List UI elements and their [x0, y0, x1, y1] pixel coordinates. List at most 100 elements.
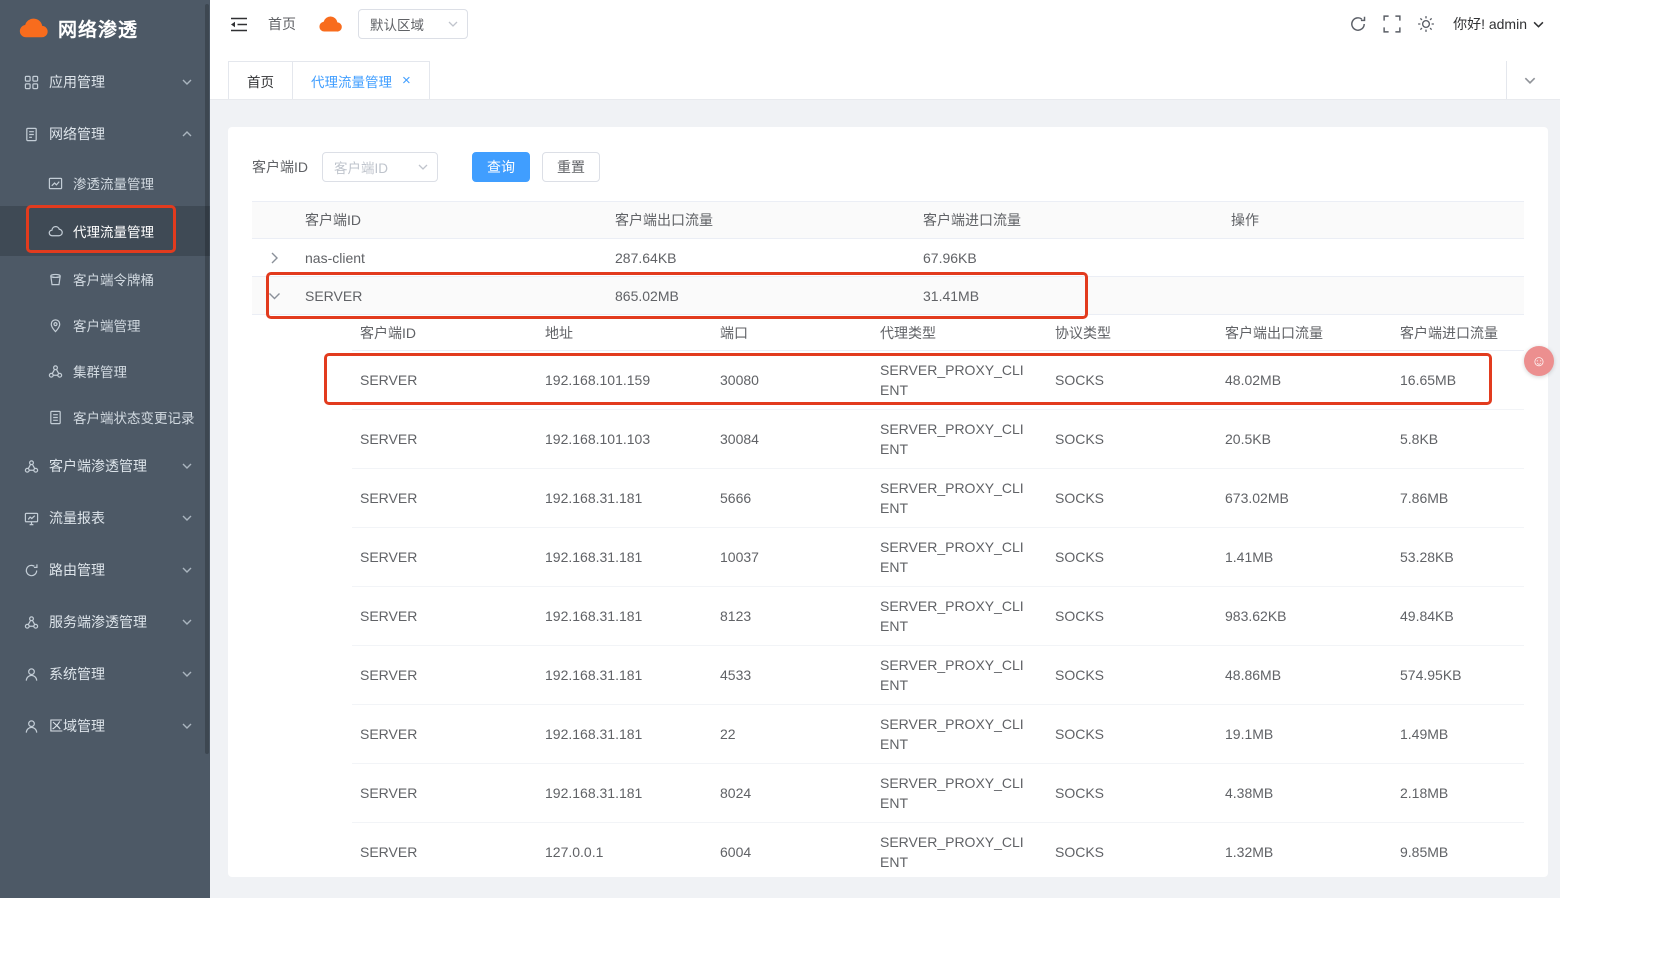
sub-table-row: SERVER 192.168.31.181 8024 SERVER_PROXY_…	[352, 764, 1524, 823]
refresh-icon[interactable]	[1349, 15, 1367, 33]
sub-cell-out-traffic: 48.86MB	[1217, 667, 1392, 683]
tab-label: 首页	[247, 71, 274, 91]
main-content: 客户端ID 客户端ID 查询 重置 客户端ID 客户端出口流量 客户端进口流量 …	[210, 100, 1560, 898]
sub-cell-protocol: SOCKS	[1047, 490, 1217, 506]
sub-cell-protocol: SOCKS	[1047, 431, 1217, 447]
sub-cell-proxy-type: SERVER_PROXY_CLIENT	[872, 360, 1047, 401]
sub-cell-port: 22	[712, 726, 872, 742]
sub-cell-in-traffic: 9.85MB	[1392, 844, 1524, 860]
sub-table-row: SERVER 127.0.0.1 6004 SERVER_PROXY_CLIEN…	[352, 823, 1524, 877]
app-logo: 网络渗透	[0, 0, 210, 56]
sidebar-item-app-management[interactable]: 应用管理	[0, 56, 210, 108]
sidebar-item-client-status-log[interactable]: 客户端状态变更记录	[0, 394, 210, 440]
sub-cell-address: 192.168.31.181	[537, 608, 712, 624]
region-select[interactable]: 默认区域	[358, 9, 468, 39]
sidebar-item-label: 路由管理	[49, 560, 105, 580]
sub-cell-address: 192.168.101.103	[537, 431, 712, 447]
sidebar-item-client-token-bucket[interactable]: 客户端令牌桶	[0, 256, 210, 302]
sub-cell-port: 30084	[712, 431, 872, 447]
region-user-icon	[24, 719, 39, 734]
chevron-down-icon	[182, 515, 192, 521]
sub-cell-protocol: SOCKS	[1047, 844, 1217, 860]
sidebar-item-label: 客户端渗透管理	[49, 456, 147, 476]
sub-cell-in-traffic: 16.65MB	[1392, 372, 1524, 388]
breadcrumb-home[interactable]: 首页	[268, 14, 296, 34]
sidebar-item-system-management[interactable]: 系统管理	[0, 648, 210, 700]
sub-header-port: 端口	[712, 323, 872, 343]
sidebar-scrollbar[interactable]	[205, 4, 209, 754]
sub-header-in-traffic: 客户端进口流量	[1392, 323, 1524, 343]
sidebar-item-network-management[interactable]: 网络管理	[0, 108, 210, 160]
sub-cell-proxy-type: SERVER_PROXY_CLIENT	[872, 478, 1047, 519]
sub-cell-out-traffic: 983.62KB	[1217, 608, 1392, 624]
chevron-down-icon	[448, 21, 458, 27]
sub-cell-out-traffic: 1.32MB	[1217, 844, 1392, 860]
collapse-row-icon[interactable]	[271, 290, 278, 302]
theme-sun-icon[interactable]	[1417, 15, 1435, 33]
sub-header-out-traffic: 客户端出口流量	[1217, 323, 1392, 343]
sidebar-item-penetration-traffic[interactable]: 渗透流量管理	[0, 160, 210, 206]
sub-cell-port: 10037	[712, 549, 872, 565]
monitor-chart-icon	[24, 511, 39, 526]
tab-options-chevron[interactable]	[1506, 61, 1552, 99]
search-button[interactable]: 查询	[472, 152, 530, 182]
sidebar-collapse-icon[interactable]	[230, 17, 248, 32]
chevron-down-icon	[182, 723, 192, 729]
location-pin-icon	[48, 318, 63, 333]
cell-in-traffic: 31.41MB	[915, 288, 1223, 304]
sub-cell-client-id: SERVER	[352, 785, 537, 801]
cloud-shortcut-icon[interactable]	[318, 16, 342, 33]
sub-cell-address: 192.168.101.159	[537, 372, 712, 388]
client-id-select[interactable]: 客户端ID	[322, 152, 438, 182]
content-card: 客户端ID 客户端ID 查询 重置 客户端ID 客户端出口流量 客户端进口流量 …	[228, 127, 1548, 877]
tab-proxy-traffic[interactable]: 代理流量管理 ×	[292, 61, 430, 99]
sub-header-protocol: 协议类型	[1047, 323, 1217, 343]
expand-row-icon[interactable]	[271, 252, 278, 264]
header-in-traffic: 客户端进口流量	[915, 210, 1223, 230]
sidebar-item-route-management[interactable]: 路由管理	[0, 544, 210, 596]
file-record-icon	[48, 410, 63, 425]
bucket-icon	[48, 272, 63, 287]
sub-cell-proxy-type: SERVER_PROXY_CLIENT	[872, 655, 1047, 696]
sidebar-item-region-management[interactable]: 区域管理	[0, 700, 210, 752]
sub-cell-protocol: SOCKS	[1047, 667, 1217, 683]
reset-button[interactable]: 重置	[542, 152, 600, 182]
sidebar-item-traffic-report[interactable]: 流量报表	[0, 492, 210, 544]
sub-table-row: SERVER 192.168.101.103 30084 SERVER_PROX…	[352, 410, 1524, 469]
client-id-placeholder: 客户端ID	[334, 157, 388, 177]
sub-cell-proxy-type: SERVER_PROXY_CLIENT	[872, 596, 1047, 637]
tab-home[interactable]: 首页	[228, 61, 293, 99]
sub-cell-out-traffic: 4.38MB	[1217, 785, 1392, 801]
sub-cell-port: 8123	[712, 608, 872, 624]
floating-badge[interactable]: ☺	[1524, 346, 1554, 376]
chart-image-icon	[48, 176, 63, 191]
sub-cell-port: 30080	[712, 372, 872, 388]
server-cluster-icon	[24, 615, 39, 630]
fullscreen-icon[interactable]	[1383, 15, 1401, 33]
sub-cell-proxy-type: SERVER_PROXY_CLIENT	[872, 537, 1047, 578]
sidebar-item-cluster-management[interactable]: 集群管理	[0, 348, 210, 394]
header-client-id: 客户端ID	[297, 210, 607, 230]
sub-table-row: SERVER 192.168.31.181 22 SERVER_PROXY_CL…	[352, 705, 1524, 764]
sidebar-item-label: 集群管理	[73, 361, 127, 381]
client-id-label: 客户端ID	[252, 157, 308, 177]
sidebar-item-label: 客户端状态变更记录	[73, 407, 195, 427]
chevron-down-icon	[418, 164, 428, 170]
cloud-icon	[48, 224, 63, 239]
filter-bar: 客户端ID 客户端ID 查询 重置	[252, 151, 1524, 183]
sub-cell-proxy-type: SERVER_PROXY_CLIENT	[872, 419, 1047, 460]
sidebar-item-server-penetration[interactable]: 服务端渗透管理	[0, 596, 210, 648]
sidebar-item-label: 渗透流量管理	[73, 173, 154, 193]
sub-cell-out-traffic: 1.41MB	[1217, 549, 1392, 565]
cluster-icon	[48, 364, 63, 379]
sub-cell-address: 192.168.31.181	[537, 549, 712, 565]
tab-close-icon[interactable]: ×	[402, 73, 411, 88]
sidebar-item-client-management[interactable]: 客户端管理	[0, 302, 210, 348]
chevron-down-icon	[182, 671, 192, 677]
sub-header-address: 地址	[537, 323, 712, 343]
sidebar-item-label: 客户端管理	[73, 315, 141, 335]
sidebar-item-proxy-traffic[interactable]: 代理流量管理	[0, 206, 210, 256]
sidebar-item-client-penetration[interactable]: 客户端渗透管理	[0, 440, 210, 492]
sub-cell-in-traffic: 7.86MB	[1392, 490, 1524, 506]
user-menu[interactable]: 你好! admin	[1453, 14, 1544, 34]
